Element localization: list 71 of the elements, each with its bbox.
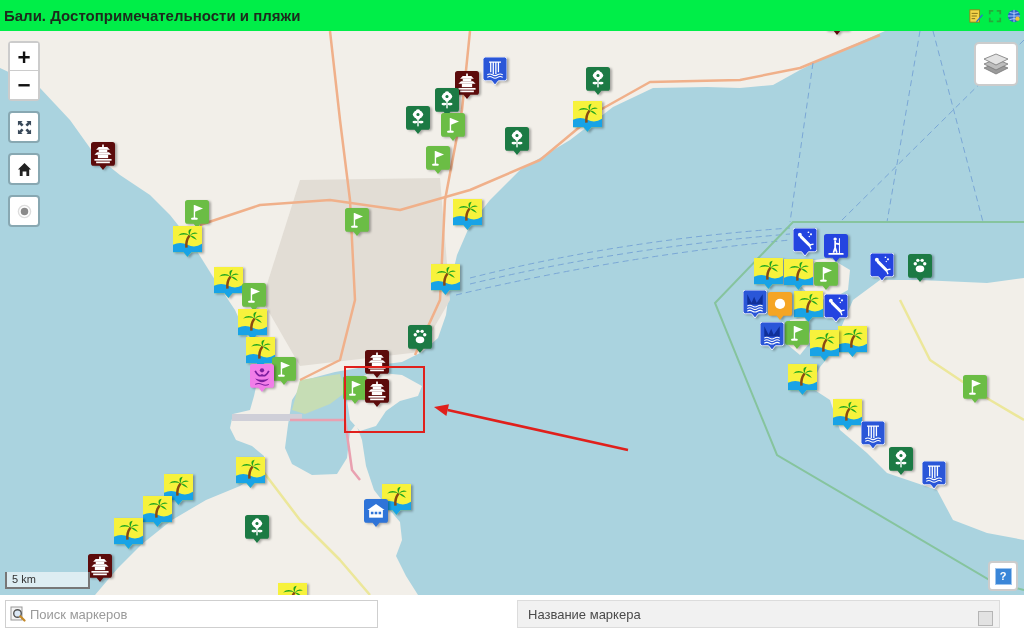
flag-marker-icon[interactable] (185, 200, 209, 228)
flag-marker-icon[interactable] (272, 357, 296, 385)
waterfall-marker-icon[interactable] (861, 421, 885, 449)
paw-marker-icon[interactable] (408, 325, 432, 353)
palm-tree-marker-icon[interactable] (753, 258, 783, 289)
flag-marker-icon[interactable] (242, 283, 266, 311)
flag-marker-icon[interactable] (963, 375, 987, 403)
flower-marker-icon[interactable] (586, 67, 610, 95)
palm-tree-marker-icon[interactable] (783, 259, 813, 290)
palm-tree-marker-icon[interactable] (213, 267, 243, 298)
flower-marker-icon[interactable] (245, 515, 269, 543)
locate-button[interactable] (8, 195, 40, 227)
flag-marker-icon[interactable] (426, 146, 450, 174)
palm-tree-marker-icon[interactable] (113, 518, 143, 549)
fullscreen-button[interactable] (8, 111, 40, 143)
flower-marker-icon[interactable] (889, 447, 913, 475)
globe-icon[interactable] (1007, 8, 1021, 23)
palm-tree-marker-icon[interactable] (809, 330, 839, 361)
diver-marker-icon[interactable] (793, 228, 817, 256)
search-field[interactable]: Поиск маркеров (5, 600, 378, 628)
waves-marker-icon[interactable] (760, 322, 784, 350)
diver-marker-icon[interactable] (870, 253, 894, 281)
waterfall-marker-icon[interactable] (483, 57, 507, 85)
flower-marker-icon[interactable] (406, 106, 430, 134)
runway (232, 414, 302, 421)
target-icon (16, 203, 32, 219)
home-icon (16, 161, 32, 177)
layers-icon (983, 52, 1009, 76)
palm-tree-marker-icon[interactable] (787, 364, 817, 395)
flag-marker-icon[interactable] (345, 208, 369, 236)
search-icon (10, 606, 26, 622)
palm-tree-marker-icon[interactable] (237, 309, 267, 340)
palm-tree-marker-icon[interactable] (832, 399, 862, 430)
person-marker-icon[interactable] (250, 364, 274, 392)
help-button[interactable]: ? (988, 561, 1018, 591)
palm-tree-marker-icon[interactable] (837, 326, 867, 357)
home-button[interactable] (8, 153, 40, 185)
pagoda-marker-icon[interactable] (88, 554, 112, 582)
palm-tree-marker-icon[interactable] (430, 264, 460, 295)
scale-bar: 5 km (5, 572, 90, 589)
building-marker-icon[interactable] (364, 499, 388, 527)
waterfall-marker-icon[interactable] (922, 461, 946, 489)
flag-marker-icon[interactable] (814, 262, 838, 290)
palm-tree-marker-icon[interactable] (142, 496, 172, 527)
paddleboarder-marker-icon[interactable] (824, 234, 848, 262)
pagoda-marker-icon[interactable] (91, 142, 115, 170)
palm-tree-marker-icon[interactable] (452, 199, 482, 230)
document-edit-icon[interactable] (969, 8, 983, 23)
palm-tree-marker-icon[interactable] (163, 474, 193, 505)
waves-marker-icon[interactable] (743, 290, 767, 318)
flower-marker-icon[interactable] (435, 88, 459, 116)
pagoda-marker-icon[interactable] (455, 71, 479, 99)
flag-marker-icon[interactable] (343, 376, 367, 404)
palm-tree-marker-icon[interactable] (793, 291, 823, 322)
pagoda-marker-icon[interactable] (365, 350, 389, 378)
expand-icon (16, 119, 32, 135)
map-title: Бали. Достопримечательности и пляжи (4, 7, 301, 24)
marker-name-field[interactable]: Название маркера (517, 600, 1000, 628)
palm-tree-marker-icon[interactable] (172, 226, 202, 257)
zoom-in-button[interactable]: + (10, 43, 38, 71)
diver-marker-icon[interactable] (824, 294, 848, 322)
sun-marker-icon[interactable] (768, 292, 792, 320)
palm-tree-marker-icon[interactable] (235, 457, 265, 488)
flower-marker-icon[interactable] (505, 127, 529, 155)
palm-tree-marker-icon[interactable] (572, 101, 602, 132)
layers-button[interactable] (974, 42, 1018, 86)
paw-marker-icon[interactable] (908, 254, 932, 282)
pagoda-marker-icon[interactable] (365, 379, 389, 407)
flag-marker-icon[interactable] (441, 113, 465, 141)
flag-marker-icon[interactable] (785, 321, 809, 349)
mangrove-area (292, 374, 346, 414)
